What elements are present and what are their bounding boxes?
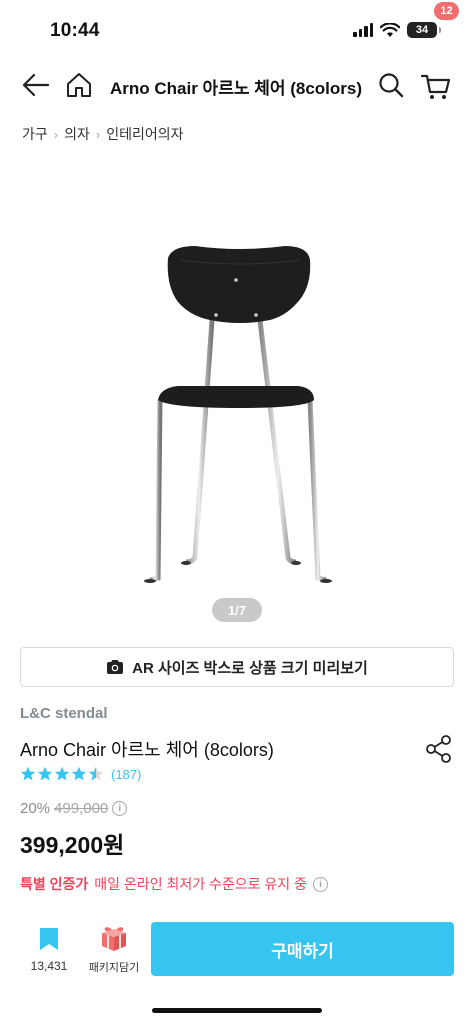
discount-row: 20% 499,000 i [20, 800, 128, 817]
original-price: 499,000 [54, 800, 109, 817]
status-time: 10:44 [50, 20, 100, 41]
page-title: Arno Chair 아르노 체어 (8colors) [110, 79, 363, 98]
star-full-icon [20, 766, 36, 781]
star-full-icon [37, 766, 53, 781]
bottom-action-bar: 13,431 패키지담기 구매하기 [0, 918, 473, 1024]
battery-icon: 34 [407, 22, 441, 38]
special-price-label: 특별 인증가 [20, 876, 89, 892]
special-price-text: 매일 온라인 최저가 수준으로 유지 중 [94, 876, 307, 892]
top-nav: Arno Chair 아르노 체어 (8colors) [0, 62, 473, 108]
cart-icon[interactable] [420, 70, 452, 102]
discount-rate: 20% [20, 800, 51, 817]
sale-price: 399,200원 [20, 832, 125, 858]
star-half-icon [88, 766, 104, 781]
chevron-right-icon: › [53, 126, 59, 142]
gift-box-icon [102, 927, 126, 951]
home-icon[interactable] [64, 70, 94, 100]
rating-row[interactable]: (187) [20, 766, 141, 782]
back-arrow-icon[interactable] [20, 70, 52, 100]
home-indicator [152, 1008, 322, 1013]
star-full-icon [54, 766, 70, 781]
breadcrumb-item[interactable]: 가구 [22, 124, 48, 144]
camera-icon [107, 660, 124, 674]
status-bar: 10:44 34 [0, 0, 473, 60]
package-label: 패키지담기 [88, 962, 140, 974]
wifi-icon [380, 22, 400, 37]
breadcrumb-item[interactable]: 인테리어의자 [106, 124, 183, 144]
breadcrumb-item[interactable]: 의자 [64, 124, 90, 144]
buy-button[interactable]: 구매하기 [151, 922, 454, 976]
cart-count-badge: 12 [434, 2, 459, 20]
cellular-signal-icon [353, 23, 373, 37]
brand-name[interactable]: L&C stendal [20, 705, 108, 722]
review-count[interactable]: (187) [111, 767, 141, 782]
status-icons: 34 [353, 22, 441, 38]
bookmark-button[interactable]: 13,431 [26, 926, 72, 973]
bookmark-count: 13,431 [30, 959, 68, 973]
chevron-right-icon: › [95, 126, 101, 142]
ar-preview-button[interactable]: AR 사이즈 박스로 상품 크기 미리보기 [20, 647, 454, 687]
product-name: Arno Chair 아르노 체어 (8colors) [20, 740, 274, 760]
image-pager: 1/7 [212, 598, 262, 622]
share-icon[interactable] [424, 734, 454, 764]
special-price-notice: 특별 인증가 매일 온라인 최저가 수준으로 유지 중 i [20, 874, 328, 894]
info-icon[interactable]: i [112, 801, 128, 816]
ar-preview-label: AR 사이즈 박스로 상품 크기 미리보기 [132, 659, 368, 677]
breadcrumb: 가구 › 의자 › 인테리어의자 [22, 124, 184, 144]
package-button[interactable]: 패키지담기 [84, 924, 144, 975]
product-image-carousel[interactable]: 1/7 [0, 160, 473, 630]
search-icon[interactable] [376, 70, 406, 100]
star-full-icon [71, 766, 87, 781]
info-icon[interactable]: i [312, 876, 328, 892]
bookmark-icon [40, 928, 58, 950]
product-image [144, 246, 332, 583]
